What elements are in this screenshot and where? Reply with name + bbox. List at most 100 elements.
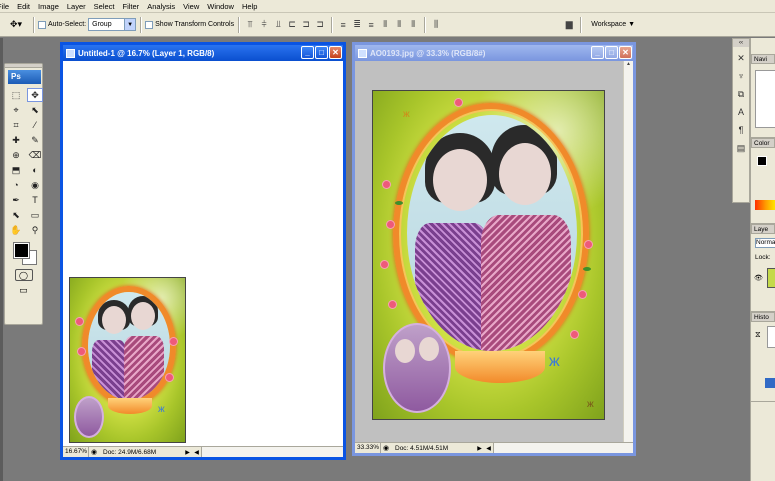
menu-analysis[interactable]: Analysis: [143, 0, 179, 13]
color-fg-swatch[interactable]: [757, 156, 767, 166]
main-photo[interactable]: ж ж ж: [372, 90, 605, 420]
history-brush-tool-icon[interactable]: ⌫: [27, 148, 43, 162]
auto-select-dropdown[interactable]: Group ▼: [88, 18, 137, 31]
align-hcenter-icon[interactable]: ⊐: [300, 19, 312, 31]
menu-view[interactable]: View: [179, 0, 203, 13]
status-options-icon[interactable]: ◉: [89, 448, 99, 456]
zoom-level[interactable]: 16.67%: [63, 447, 89, 457]
distribute-top-icon[interactable]: ≡: [337, 19, 349, 31]
navigator-tab[interactable]: Navi: [751, 54, 775, 64]
crop-tool-icon[interactable]: ⌗: [8, 118, 24, 132]
minimize-button[interactable]: _: [591, 46, 604, 59]
menu-file[interactable]: File: [0, 0, 13, 13]
workspace-menu[interactable]: Workspace ▼: [591, 21, 635, 28]
document-canvas[interactable]: ж ж ж: [355, 61, 623, 442]
distribute-bottom-icon[interactable]: ≡: [365, 19, 377, 31]
vertical-scrollbar[interactable]: ▲: [623, 61, 633, 442]
status-options-icon[interactable]: ◉: [381, 444, 391, 452]
toolbox-grip[interactable]: [5, 64, 42, 68]
menu-edit[interactable]: Edit: [13, 0, 34, 13]
auto-align-icon[interactable]: ⫼: [430, 19, 442, 31]
history-state-selected[interactable]: [765, 378, 775, 388]
tool-preset-picker[interactable]: ✥▾: [3, 16, 29, 34]
history-snapshot[interactable]: [767, 326, 775, 348]
document-titlebar[interactable]: Untitled-1 @ 16.7% (Layer 1, RGB/8) _ □ …: [63, 45, 343, 61]
menu-help[interactable]: Help: [238, 0, 261, 13]
move-tool-icon[interactable]: ✥: [27, 88, 43, 102]
scroll-up-icon[interactable]: ▲: [624, 61, 633, 71]
hand-tool-icon[interactable]: ✋: [8, 223, 24, 237]
history-tab[interactable]: Histo: [751, 312, 775, 322]
eraser-tool-icon[interactable]: ⬒: [8, 163, 24, 177]
brushes-icon[interactable]: ♆: [734, 69, 748, 83]
blur-tool-icon[interactable]: ◔: [8, 178, 24, 192]
magic-wand-tool-icon[interactable]: ⬉: [27, 103, 43, 117]
type-tool-icon[interactable]: T: [27, 193, 43, 207]
layer-visibility-icon[interactable]: 👁: [754, 274, 763, 282]
close-button[interactable]: ✕: [329, 46, 342, 59]
foreground-color-swatch[interactable]: [13, 242, 30, 259]
path-selection-tool-icon[interactable]: ⬉: [8, 208, 24, 222]
lasso-tool-icon[interactable]: ⌖: [8, 103, 24, 117]
align-left-icon[interactable]: ⊏: [286, 19, 298, 31]
paragraph-icon[interactable]: ¶: [734, 123, 748, 137]
layers-panel: Norma Lock: 👁: [751, 234, 775, 312]
show-transform-checkbox[interactable]: [145, 20, 154, 29]
photoshop-logo[interactable]: Ps: [8, 70, 41, 84]
healing-brush-tool-icon[interactable]: ✚: [8, 133, 24, 147]
layer-thumbnail[interactable]: [767, 268, 775, 288]
distribute-hcenter-icon[interactable]: ⫴: [393, 19, 405, 31]
menu-filter[interactable]: Filter: [119, 0, 144, 13]
zoom-tool-icon[interactable]: ⚲: [27, 223, 43, 237]
status-menu-arrow-icon[interactable]: ▶: [475, 445, 484, 452]
gradient-tool-icon[interactable]: ◐: [27, 163, 43, 177]
zoom-level[interactable]: 33.33%: [355, 443, 381, 453]
menu-select[interactable]: Select: [90, 0, 119, 13]
align-bottom-icon[interactable]: ⫫: [272, 19, 284, 31]
distribute-right-icon[interactable]: ⫴: [407, 19, 419, 31]
align-right-icon[interactable]: ⊐: [314, 19, 326, 31]
slice-tool-icon[interactable]: ⁄: [27, 118, 43, 132]
maximize-button[interactable]: □: [605, 46, 618, 59]
close-button[interactable]: ✕: [619, 46, 632, 59]
brush-tool-icon[interactable]: ✎: [27, 133, 43, 147]
scroll-left-icon[interactable]: ◀: [192, 449, 201, 456]
pen-tool-icon[interactable]: ✒: [8, 193, 24, 207]
status-menu-arrow-icon[interactable]: ▶: [183, 449, 192, 456]
blend-mode-select[interactable]: Norma: [755, 238, 775, 248]
menu-layer[interactable]: Layer: [63, 0, 90, 13]
menu-image[interactable]: Image: [34, 0, 63, 13]
layers-tab[interactable]: Laye: [751, 224, 775, 234]
document-canvas[interactable]: ж: [63, 61, 343, 446]
actions-icon[interactable]: ▤: [734, 141, 748, 155]
align-vcenter-icon[interactable]: ⫩: [258, 19, 270, 31]
placed-photo-layer[interactable]: ж: [69, 277, 186, 443]
screen-mode-button[interactable]: ▭: [15, 284, 33, 296]
auto-select-checkbox[interactable]: [38, 20, 46, 29]
color-spectrum[interactable]: [755, 200, 775, 210]
horizontal-scrollbar[interactable]: [201, 447, 343, 457]
auto-select-value: Group: [92, 21, 112, 28]
rectangle-tool-icon[interactable]: ▭: [27, 208, 43, 222]
distribute-left-icon[interactable]: ⫴: [379, 19, 391, 31]
document-window-ao0193: AO0193.jpg @ 33.3% (RGB/8#) _ □ ✕ ж ж ж …: [352, 42, 636, 456]
clone-source-icon[interactable]: ⧉: [734, 87, 748, 101]
tools-preset-icon[interactable]: ✕: [734, 51, 748, 65]
bridge-icon[interactable]: ▆: [563, 19, 575, 31]
minimize-button[interactable]: _: [301, 46, 314, 59]
document-titlebar[interactable]: AO0193.jpg @ 33.3% (RGB/8#) _ □ ✕: [355, 45, 633, 61]
color-tab[interactable]: Color: [751, 138, 775, 148]
quick-mask-button[interactable]: ◯: [14, 269, 33, 281]
distribute-vcenter-icon[interactable]: ≣: [351, 19, 363, 31]
history-brush-icon[interactable]: ⧖: [755, 330, 761, 340]
dodge-tool-icon[interactable]: ◉: [27, 178, 43, 192]
marquee-tool-icon[interactable]: ⬚: [8, 88, 24, 102]
character-icon[interactable]: A: [734, 105, 748, 119]
clone-stamp-tool-icon[interactable]: ⊕: [8, 148, 24, 162]
maximize-button[interactable]: □: [315, 46, 328, 59]
dock-collapse-header[interactable]: ‹‹: [733, 39, 749, 47]
scroll-left-icon[interactable]: ◀: [484, 445, 493, 452]
horizontal-scrollbar[interactable]: [493, 443, 633, 453]
menu-window[interactable]: Window: [203, 0, 238, 13]
align-top-icon[interactable]: ⫪: [244, 19, 256, 31]
